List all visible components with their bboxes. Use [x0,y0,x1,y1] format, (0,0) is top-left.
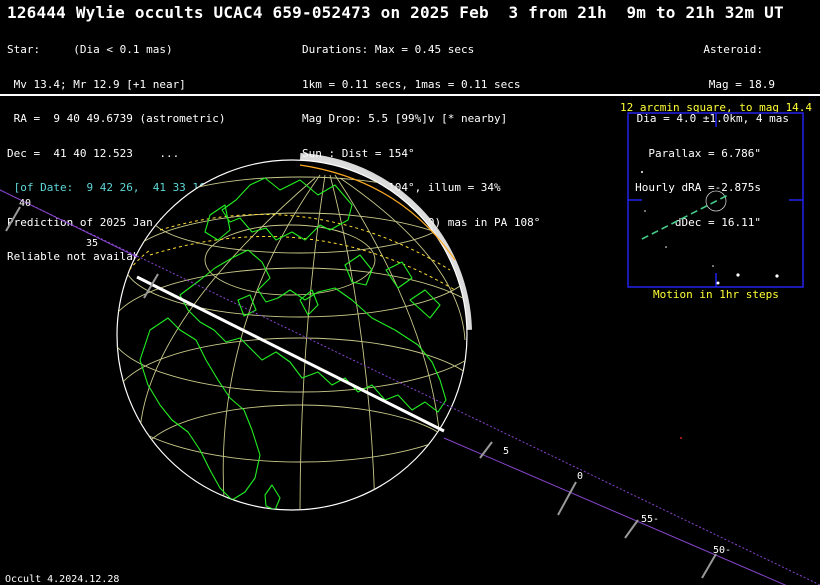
track-label: 35 [86,238,98,249]
motion-track [641,193,731,240]
track-label: 40 [19,198,31,209]
finder-title: 12 arcmin square, to mag 14.4 [620,101,812,114]
track-label: 50- [713,545,731,556]
finder-chart [627,112,804,288]
stray-dot [680,437,682,439]
earth-globe [116,159,468,511]
software-version: Occult 4.2024.12.28 [5,574,120,585]
track-label: 55- [641,514,659,525]
track-label: 5 [503,446,509,457]
finder-caption: Motion in 1hr steps [653,288,779,301]
track-label: 0 [577,471,583,482]
occultation-map: 40 35 5 0 55- 50- 12 arcmin square, to m… [0,101,820,585]
